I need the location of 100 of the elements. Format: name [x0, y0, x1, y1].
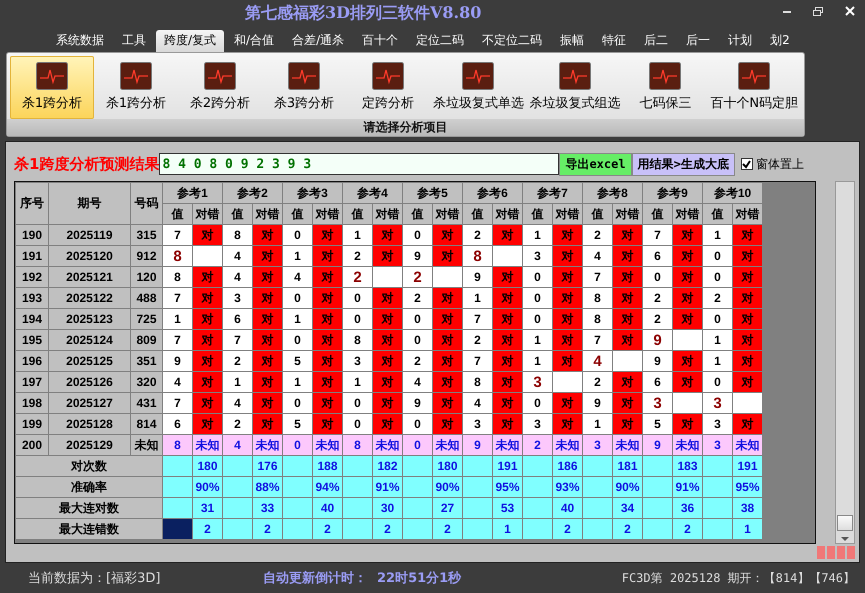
ribbon-button[interactable]: 杀垃圾复式单选: [430, 56, 527, 120]
pulse-chart-icon: [372, 62, 404, 90]
table-cell: 对: [492, 266, 522, 288]
table-cell: 9: [642, 434, 672, 456]
ribbon-button[interactable]: 七码保三: [623, 56, 708, 120]
menu-tab[interactable]: 和/合值: [226, 30, 282, 52]
table-cell: 488: [130, 288, 162, 309]
down-arrow-icon[interactable]: [841, 537, 850, 542]
group-header: 参考9: [642, 182, 702, 204]
menu-tab[interactable]: 跨度/复式: [156, 30, 224, 52]
table-cell: 0: [282, 392, 312, 414]
table-cell: 4: [582, 246, 612, 267]
table-cell: 对: [732, 266, 762, 288]
table-cell: 9: [402, 246, 432, 267]
export-button[interactable]: 导出excel: [559, 152, 632, 176]
table-cell: 0: [282, 330, 312, 351]
table-cell: 8: [582, 288, 612, 309]
scrollbar-thumb[interactable]: [837, 515, 854, 532]
menu-tab[interactable]: 合差/通杀: [284, 30, 352, 52]
table-cell: 对: [732, 246, 762, 267]
latest-draw-text: FC3D第 2025128 期开：【814】【746】: [622, 570, 855, 587]
table-cell: 2: [672, 518, 702, 540]
table-cell[interactable]: [162, 518, 192, 540]
table-cell: 2025123: [48, 308, 130, 330]
table-cell: 4: [462, 392, 492, 414]
table-cell: 188: [312, 456, 342, 477]
table-cell: 2: [462, 330, 492, 351]
table-cell: 8: [222, 224, 252, 246]
menu-tab[interactable]: 振幅: [552, 30, 592, 52]
menu-tab[interactable]: 工具: [114, 30, 154, 52]
table-cell: 对: [252, 224, 282, 246]
ribbon-button[interactable]: 杀1跨分析: [10, 56, 94, 120]
menu-tab[interactable]: 划2: [762, 30, 798, 52]
table-cell: 8: [342, 330, 372, 351]
ribbon-button-label: 杀垃圾复式单选: [432, 95, 524, 112]
column-header: 对错: [552, 204, 582, 225]
menu-tab[interactable]: 后二: [636, 30, 676, 52]
ribbon-button[interactable]: 杀垃圾复式组选: [526, 56, 624, 120]
menu-tab[interactable]: 系统数据: [48, 30, 112, 52]
scrollbar[interactable]: [835, 181, 855, 544]
table-cell: 5: [282, 414, 312, 435]
table-cell: 1: [702, 224, 732, 246]
menu-tab[interactable]: 计划: [720, 30, 760, 52]
menu-tab[interactable]: 后一: [678, 30, 718, 52]
table-cell: 1: [702, 330, 732, 351]
table-cell: 对: [732, 414, 762, 435]
pulse-chart-icon: [204, 62, 236, 90]
table-cell: 9: [162, 350, 192, 372]
table-cell: 对: [612, 414, 642, 435]
table-cell: 7: [222, 330, 252, 351]
table-cell: 431: [130, 392, 162, 414]
restore-icon[interactable]: [813, 6, 823, 16]
ribbon-button[interactable]: 定跨分析: [346, 56, 430, 120]
ribbon-button[interactable]: 杀1跨分析: [94, 56, 178, 120]
table-cell: 181: [612, 456, 642, 477]
column-header: 序号: [16, 182, 48, 225]
table-cell: 1: [282, 308, 312, 330]
column-header: 对错: [492, 204, 522, 225]
menu-tab[interactable]: 特征: [594, 30, 634, 52]
table-cell: 对: [252, 414, 282, 435]
table-cell: 对: [552, 350, 582, 372]
table-cell: 对: [252, 246, 282, 267]
table-cell: 90%: [192, 476, 222, 498]
table-cell: 对: [732, 372, 762, 393]
table-cell: 2025124: [48, 330, 130, 351]
table-cell: 2: [402, 266, 432, 288]
group-header: 参考3: [282, 182, 342, 204]
group-header: 参考4: [342, 182, 402, 204]
minimize-icon[interactable]: [783, 10, 791, 12]
table-cell: 对: [672, 266, 702, 288]
checkbox[interactable]: [740, 158, 753, 170]
table-cell: 对: [312, 330, 342, 351]
table-cell: 对: [372, 350, 402, 372]
table-cell: 2025120: [48, 246, 130, 267]
close-icon[interactable]: [845, 6, 855, 16]
table-cell: 30: [372, 498, 402, 519]
table-cell: 4: [402, 372, 432, 393]
menu-tab[interactable]: 定位二码: [408, 30, 472, 52]
menu-tab[interactable]: 不定位二码: [474, 30, 550, 52]
table-cell: 4: [222, 246, 252, 267]
table-cell: 对: [252, 372, 282, 393]
pulse-chart-icon: [738, 62, 770, 90]
ribbon-button[interactable]: 百十个N码定胆: [707, 56, 801, 120]
table-cell: 90%: [432, 476, 462, 498]
table-cell: 180: [192, 456, 222, 477]
generate-button[interactable]: 用结果>生成大底: [632, 152, 735, 176]
table-cell: 对: [192, 392, 222, 414]
table-cell: 0: [282, 224, 312, 246]
table-cell: 未知: [432, 434, 462, 456]
ribbon-button-label: 杀1跨分析: [22, 95, 82, 112]
table-cell: 对: [672, 224, 702, 246]
table-cell: 191: [492, 456, 522, 477]
column-header: 值: [342, 204, 372, 225]
table-cell: 53: [492, 498, 522, 519]
prediction-field[interactable]: 8 4 0 8 0 9 2 3 9 3: [159, 153, 560, 176]
table-cell: 对: [612, 288, 642, 309]
menu-tab[interactable]: 百十个: [354, 30, 406, 52]
pulse-chart-icon: [36, 62, 68, 90]
ribbon-button[interactable]: 杀2跨分析: [178, 56, 262, 120]
ribbon-button[interactable]: 杀3跨分析: [262, 56, 346, 120]
